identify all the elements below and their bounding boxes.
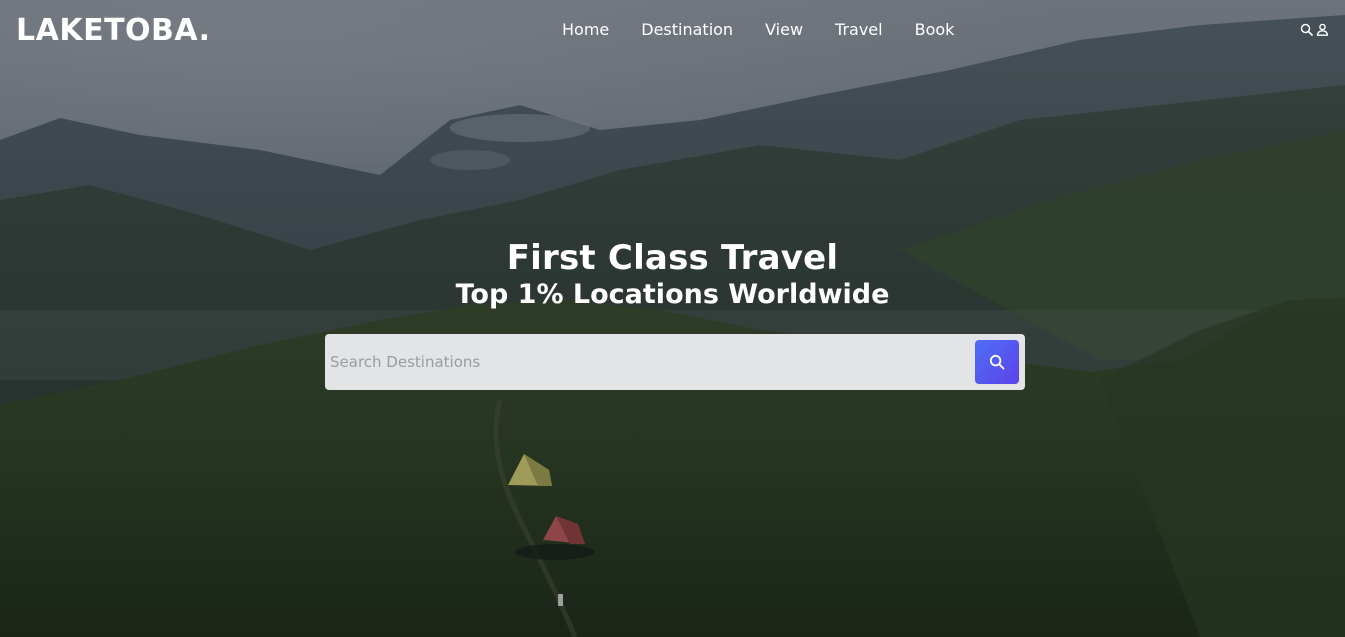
navbar: LAKETOBA. Home Destination View Travel B… — [0, 0, 1345, 62]
search-destinations-input[interactable] — [325, 334, 965, 390]
hero-subtitle: Top 1% Locations Worldwide — [455, 279, 890, 310]
hero-section: LAKETOBA. Home Destination View Travel B… — [0, 0, 1345, 637]
brand-logo[interactable]: LAKETOBA. — [16, 11, 211, 51]
search-bar — [325, 334, 1025, 390]
hero-title: First Class Travel — [506, 238, 839, 278]
nav-item-view[interactable]: View — [749, 19, 819, 41]
nav-item-home[interactable]: Home — [546, 19, 625, 41]
search-icon[interactable] — [1300, 23, 1313, 36]
hero-dark-overlay — [0, 0, 1345, 637]
nav-item-travel[interactable]: Travel — [819, 19, 899, 41]
search-icon — [989, 354, 1005, 370]
user-icon[interactable] — [1316, 23, 1329, 36]
main-nav: Home Destination View Travel Book — [546, 19, 970, 41]
nav-icon-group — [1300, 23, 1329, 36]
nav-item-book[interactable]: Book — [899, 19, 971, 41]
search-button[interactable] — [975, 340, 1019, 384]
nav-item-destination[interactable]: Destination — [625, 19, 749, 41]
